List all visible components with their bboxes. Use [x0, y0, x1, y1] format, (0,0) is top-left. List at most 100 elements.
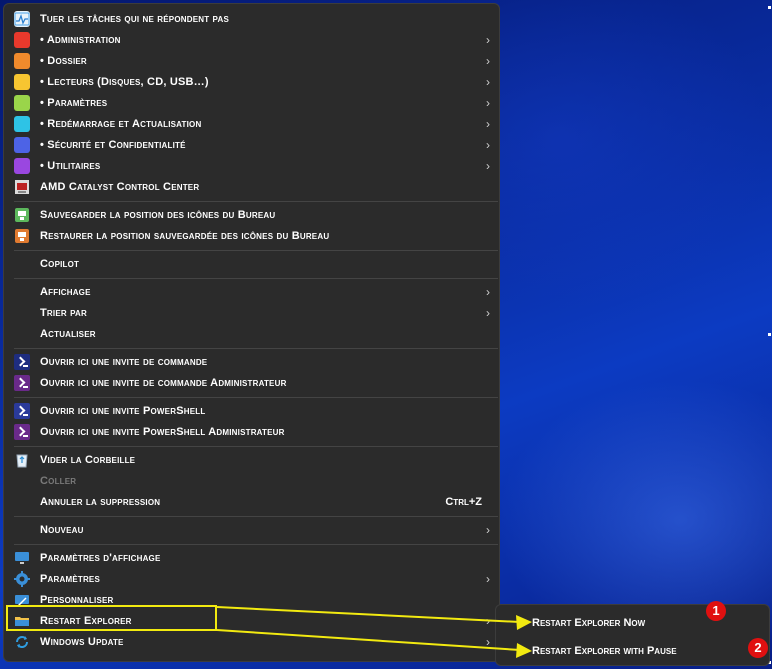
chevron-right-icon: ›	[486, 75, 490, 89]
menu-item-label: Ouvrir ici une invite PowerShell	[40, 405, 206, 417]
display-settings-icon	[14, 550, 30, 566]
menu-item-utilitaires[interactable]: • Utilitaires ›	[9, 156, 494, 176]
orange-square-icon	[14, 53, 30, 69]
menu-separator	[14, 201, 498, 202]
menu-item-empty-recycle-bin[interactable]: Vider la Corbeille	[9, 450, 494, 470]
annotation-highlight-box	[6, 605, 217, 631]
menu-item-label: Ouvrir ici une invite de commande Admini…	[40, 377, 287, 389]
cyan-square-icon	[14, 116, 30, 132]
save-desktop-icon	[14, 207, 30, 223]
menu-separator	[14, 278, 498, 279]
yellow-square-icon	[14, 74, 30, 90]
chevron-right-icon: ›	[486, 523, 490, 537]
menu-item-label: • Sécurité et Confidentialité	[40, 139, 186, 151]
menu-item-save-icons[interactable]: Sauvegarder la position des icônes du Bu…	[9, 205, 494, 225]
menu-item-label: Affichage	[40, 286, 91, 298]
menu-separator	[14, 446, 498, 447]
menu-item-parametres[interactable]: Paramètres ›	[9, 569, 494, 589]
menu-item-powershell-admin[interactable]: Ouvrir ici une invite PowerShell Adminis…	[9, 422, 494, 442]
menu-item-cmd-admin[interactable]: Ouvrir ici une invite de commande Admini…	[9, 373, 494, 393]
menu-item-trier-par[interactable]: Trier par ›	[9, 303, 494, 323]
powershell-admin-icon	[14, 424, 30, 440]
menu-item-dossier[interactable]: • Dossier ›	[9, 51, 494, 71]
chevron-right-icon: ›	[486, 96, 490, 110]
submenu-item-restart-with-pause[interactable]: Restart Explorer with Pause	[532, 641, 677, 661]
menu-item-actualiser[interactable]: Actualiser	[9, 324, 494, 344]
menu-item-label: • Administration	[40, 34, 121, 46]
menu-separator	[14, 516, 498, 517]
menu-item-display-settings[interactable]: Paramètres d'affichage	[9, 548, 494, 568]
purple-square-icon	[14, 158, 30, 174]
resize-handle-top	[768, 6, 771, 9]
submenu-item-restart-now[interactable]: Restart Explorer Now	[532, 613, 645, 633]
recycle-bin-icon	[14, 452, 30, 468]
menu-item-redemarrage[interactable]: • Redémarrage et Actualisation ›	[9, 114, 494, 134]
menu-item-undo-delete[interactable]: Annuler la suppression Ctrl+Z	[9, 492, 494, 512]
menu-item-label: Ouvrir ici une invite de commande	[40, 356, 208, 368]
chevron-right-icon: ›	[486, 285, 490, 299]
chevron-right-icon: ›	[486, 306, 490, 320]
menu-item-parametres-group[interactable]: • Paramètres ›	[9, 93, 494, 113]
menu-item-label: Paramètres	[40, 573, 101, 585]
menu-item-administration[interactable]: • Administration ›	[9, 30, 494, 50]
menu-item-powershell[interactable]: Ouvrir ici une invite PowerShell	[9, 401, 494, 421]
windows-update-icon	[14, 634, 30, 650]
menu-item-nouveau[interactable]: Nouveau ›	[9, 520, 494, 540]
menu-separator	[14, 250, 498, 251]
menu-item-label: Ouvrir ici une invite PowerShell Adminis…	[40, 426, 285, 438]
chevron-right-icon: ›	[486, 54, 490, 68]
menu-separator	[14, 397, 498, 398]
menu-item-affichage[interactable]: Affichage ›	[9, 282, 494, 302]
restore-desktop-icon	[14, 228, 30, 244]
resize-handle-mid	[768, 333, 771, 336]
menu-item-lecteurs[interactable]: • Lecteurs (Disques, CD, USB…) ›	[9, 72, 494, 92]
blue-square-icon	[14, 137, 30, 153]
menu-item-label: • Utilitaires	[40, 160, 101, 172]
menu-item-label: Actualiser	[40, 328, 96, 340]
chevron-right-icon: ›	[486, 138, 490, 152]
menu-item-label: Nouveau	[40, 524, 84, 536]
menu-item-label: Sauvegarder la position des icônes du Bu…	[40, 209, 276, 221]
menu-item-label: • Dossier	[40, 55, 87, 67]
menu-separator	[14, 348, 498, 349]
menu-item-coller: Coller	[9, 471, 494, 491]
menu-item-cmd[interactable]: Ouvrir ici une invite de commande	[9, 352, 494, 372]
menu-item-label: Trier par	[40, 307, 87, 319]
cmd-admin-icon	[14, 375, 30, 391]
menu-item-label: • Lecteurs (Disques, CD, USB…)	[40, 76, 209, 88]
restart-explorer-submenu: Restart Explorer Now Restart Explorer wi…	[495, 604, 770, 666]
chevron-right-icon: ›	[486, 33, 490, 47]
menu-item-label: • Paramètres	[40, 97, 108, 109]
menu-item-label: Vider la Corbeille	[40, 454, 136, 466]
gear-icon	[14, 571, 30, 587]
menu-item-label: Annuler la suppression	[40, 496, 161, 508]
cmd-icon	[14, 354, 30, 370]
menu-item-label: Copilot	[40, 258, 80, 270]
lime-square-icon	[14, 95, 30, 111]
chevron-right-icon: ›	[486, 117, 490, 131]
menu-item-windows-update[interactable]: Windows Update ›	[9, 632, 494, 652]
chevron-right-icon: ›	[486, 614, 490, 628]
chevron-right-icon: ›	[486, 159, 490, 173]
menu-item-label: Restaurer la position sauvegardée des ic…	[40, 230, 330, 242]
menu-item-label: Paramètres d'affichage	[40, 552, 161, 564]
menu-item-restore-icons[interactable]: Restaurer la position sauvegardée des ic…	[9, 226, 494, 246]
menu-item-securite[interactable]: • Sécurité et Confidentialité ›	[9, 135, 494, 155]
amd-icon	[14, 179, 30, 195]
annotation-badge-2: 2	[748, 638, 768, 658]
shortcut-label: Ctrl+Z	[445, 496, 482, 508]
menu-item-label: Coller	[40, 475, 77, 487]
context-menu: Tuer les tâches qui ne répondent pas • A…	[3, 3, 500, 662]
menu-item-label: Windows Update	[40, 636, 124, 648]
chevron-right-icon: ›	[486, 635, 490, 649]
menu-item-kill-tasks[interactable]: Tuer les tâches qui ne répondent pas	[9, 9, 494, 29]
menu-item-copilot[interactable]: Copilot	[9, 254, 494, 274]
annotation-badge-1: 1	[706, 601, 726, 621]
chevron-right-icon: ›	[486, 572, 490, 586]
menu-item-label: • Redémarrage et Actualisation	[40, 118, 202, 130]
powershell-icon	[14, 403, 30, 419]
taskmgr-icon	[14, 11, 30, 27]
menu-separator	[14, 544, 498, 545]
menu-item-amd-catalyst[interactable]: AMD Catalyst Control Center	[9, 177, 494, 197]
menu-item-label: Tuer les tâches qui ne répondent pas	[40, 13, 230, 25]
